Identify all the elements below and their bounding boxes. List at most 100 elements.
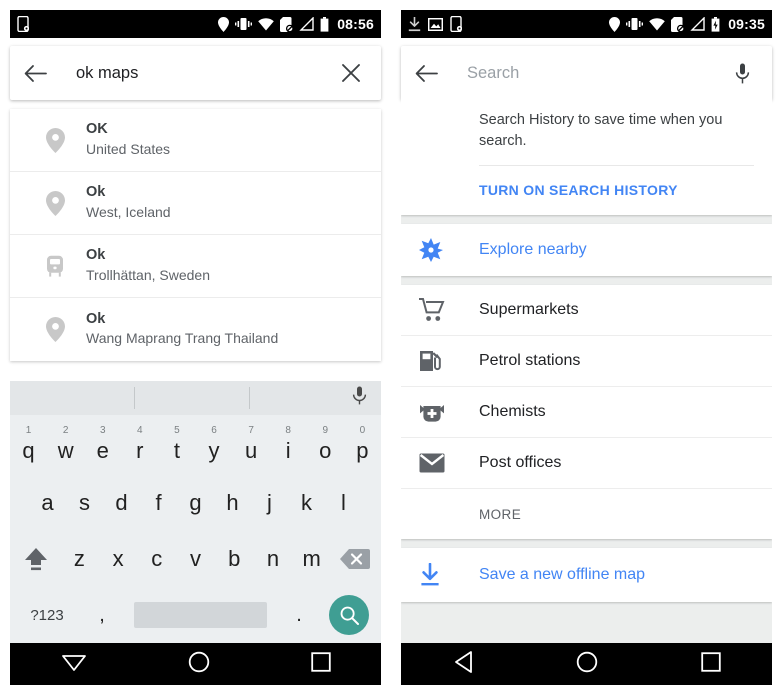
key-number-hint: 5 xyxy=(174,425,180,436)
left-search-input[interactable]: ok maps xyxy=(60,64,335,83)
keyboard-row-1[interactable]: 1q 2w 3e 4r 5t 6y 7u 8i 9o 0p xyxy=(10,415,381,475)
battery-charging-icon xyxy=(711,16,720,32)
key-y[interactable]: 6y xyxy=(195,426,232,462)
voice-search-icon[interactable] xyxy=(726,63,758,84)
right-status-time: 09:35 xyxy=(728,16,765,32)
list-item[interactable]: Chemists xyxy=(401,387,772,439)
backspace-key-icon[interactable] xyxy=(331,548,379,570)
key-e[interactable]: 3e xyxy=(84,426,121,462)
comma-key[interactable]: , xyxy=(78,604,126,627)
hide-keyboard-icon[interactable] xyxy=(61,651,87,678)
symbols-key[interactable]: ?123 xyxy=(16,607,78,624)
explore-nearby-row[interactable]: Explore nearby xyxy=(401,224,772,276)
right-status-bar: 09:35 xyxy=(401,10,772,38)
back-triangle-icon[interactable] xyxy=(452,650,474,679)
key-v[interactable]: v xyxy=(176,548,215,570)
home-icon[interactable] xyxy=(576,651,598,678)
recents-icon[interactable] xyxy=(701,651,721,677)
key-c[interactable]: c xyxy=(137,548,176,570)
signal-icon xyxy=(690,17,705,31)
category-label: Petrol stations xyxy=(479,352,581,370)
list-item[interactable]: Ok Trollhättan, Sweden xyxy=(10,235,381,298)
on-screen-keyboard[interactable]: 1q 2w 3e 4r 5t 6y 7u 8i 9o 0p a s d f g … xyxy=(10,381,381,643)
key-label: p xyxy=(356,438,369,463)
key-z[interactable]: z xyxy=(60,548,99,570)
keyboard-suggestion-strip[interactable] xyxy=(10,381,381,415)
voice-input-icon[interactable] xyxy=(352,386,367,410)
sd-card-disabled-icon xyxy=(671,16,685,32)
right-navigation-bar[interactable] xyxy=(401,643,772,685)
search-key-circle xyxy=(329,595,369,635)
place-pin-icon xyxy=(24,317,86,342)
keyboard-row-4[interactable]: ?123 , . xyxy=(10,587,381,643)
right-search-bar[interactable]: Search xyxy=(401,46,772,100)
search-history-text: Search History to save time when you sea… xyxy=(479,112,723,149)
save-offline-map-row[interactable]: Save a new offline map xyxy=(401,548,772,602)
key-k[interactable]: k xyxy=(288,492,325,514)
left-search-bar[interactable]: ok maps xyxy=(10,46,381,100)
key-a[interactable]: a xyxy=(29,492,66,514)
key-r[interactable]: 4r xyxy=(121,426,158,462)
shift-key-icon[interactable] xyxy=(12,545,60,573)
list-item[interactable]: OK United States xyxy=(10,109,381,172)
save-offline-map-card[interactable]: Save a new offline map xyxy=(401,548,772,603)
key-w[interactable]: 2w xyxy=(47,426,84,462)
back-arrow-icon[interactable] xyxy=(415,64,451,83)
key-n[interactable]: n xyxy=(254,548,293,570)
key-f[interactable]: f xyxy=(140,492,177,514)
space-key[interactable] xyxy=(134,602,267,628)
battery-icon xyxy=(320,16,329,32)
key-x[interactable]: x xyxy=(99,548,138,570)
key-m[interactable]: m xyxy=(292,548,331,570)
key-d[interactable]: d xyxy=(103,492,140,514)
key-s[interactable]: s xyxy=(66,492,103,514)
key-j[interactable]: j xyxy=(251,492,288,514)
suggestion-title: Ok xyxy=(86,184,106,201)
back-arrow-icon[interactable] xyxy=(24,64,60,83)
list-item[interactable]: Petrol stations xyxy=(401,336,772,388)
key-number-hint: 6 xyxy=(211,425,217,436)
key-h[interactable]: h xyxy=(214,492,251,514)
keyboard-row-2[interactable]: a s d f g h j k l xyxy=(10,475,381,531)
key-number-hint: 4 xyxy=(137,425,143,436)
key-q[interactable]: 1q xyxy=(10,426,47,462)
key-t[interactable]: 5t xyxy=(158,426,195,462)
key-label: u xyxy=(244,438,258,463)
home-icon[interactable] xyxy=(188,651,210,678)
key-number-hint: 9 xyxy=(322,425,329,436)
key-l[interactable]: l xyxy=(325,492,362,514)
key-o[interactable]: 9o xyxy=(307,426,344,462)
phone-sync-icon xyxy=(450,16,462,32)
keyboard-row-3[interactable]: z x c v b n m xyxy=(10,531,381,587)
list-item[interactable]: Ok West, Iceland xyxy=(10,172,381,235)
key-u[interactable]: 7u xyxy=(233,426,270,463)
search-key[interactable] xyxy=(323,595,375,635)
suggestion-subtitle: West, Iceland xyxy=(86,203,171,220)
turn-on-search-history-button[interactable]: TURN ON SEARCH HISTORY xyxy=(401,166,772,215)
key-b[interactable]: b xyxy=(215,548,254,570)
list-item[interactable]: Post offices xyxy=(401,438,772,490)
period-key[interactable]: . xyxy=(275,604,323,627)
location-pin-icon xyxy=(609,16,621,32)
vibrate-icon xyxy=(626,17,644,31)
key-label: i xyxy=(285,438,291,463)
right-content-scroll-area[interactable]: Search History to save time when you sea… xyxy=(401,96,772,643)
left-navigation-bar[interactable] xyxy=(10,643,381,685)
explore-nearby-label: Explore nearby xyxy=(479,241,587,259)
screenshot-icon xyxy=(428,17,443,31)
list-item[interactable]: Supermarkets xyxy=(401,285,772,337)
key-number-hint: 8 xyxy=(285,425,291,436)
explore-nearby-card[interactable]: Explore nearby xyxy=(401,224,772,277)
key-i[interactable]: 8i xyxy=(270,426,307,463)
key-p[interactable]: 0p xyxy=(344,426,381,463)
more-categories-button[interactable]: MORE xyxy=(401,489,772,539)
list-item[interactable]: Ok Wang Maprang Trang Thailand xyxy=(10,298,381,361)
place-pin-icon xyxy=(24,127,86,153)
key-g[interactable]: g xyxy=(177,492,214,514)
recents-icon[interactable] xyxy=(310,651,331,677)
right-search-input[interactable]: Search xyxy=(451,64,726,83)
left-status-bar: 08:56 xyxy=(10,10,381,38)
close-icon[interactable] xyxy=(335,63,367,83)
vibrate-icon xyxy=(235,17,253,31)
wifi-icon xyxy=(649,17,665,31)
